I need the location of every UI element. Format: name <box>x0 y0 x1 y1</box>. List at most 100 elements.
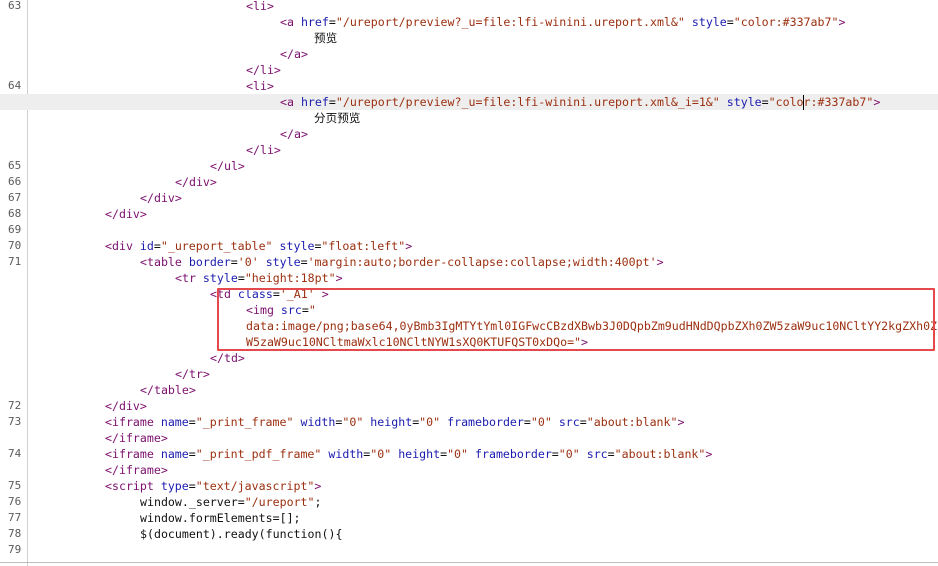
code-text: <table border='0' style='margin:auto;bor… <box>140 254 664 270</box>
code-line[interactable]: 66 </div> <box>0 174 938 190</box>
code-line[interactable]: 72 </div> <box>0 398 938 414</box>
code-token: > <box>656 255 664 269</box>
code-token: style <box>265 255 301 269</box>
code-text: <div id="_ureport_table" style="float:le… <box>105 238 412 254</box>
code-line[interactable]: </tr> <box>0 366 938 382</box>
code-token: <table <box>140 255 189 269</box>
code-token: > <box>677 415 685 429</box>
code-text: 分页预览 <box>314 110 360 126</box>
code-line[interactable]: 77 window.formElements=[]; <box>0 510 938 526</box>
code-line[interactable]: 63 <li> <box>0 0 938 14</box>
code-line[interactable]: 67 </div> <box>0 190 938 206</box>
code-token: type <box>160 479 189 493</box>
code-line[interactable]: 70 <div id="_ureport_table" style="float:… <box>0 238 938 254</box>
code-line[interactable]: 74 <iframe name="_print_pdf_frame" width=… <box>0 446 938 462</box>
code-token: src <box>558 415 580 429</box>
code-token: = <box>153 239 161 253</box>
code-token: = <box>523 415 531 429</box>
code-line[interactable]: 69 <box>0 222 938 238</box>
code-text: </a> <box>280 46 308 62</box>
code-token: > <box>335 271 343 285</box>
code-token: height <box>370 415 413 429</box>
code-text: </ul> <box>210 158 245 174</box>
code-token: = <box>579 415 587 429</box>
code-token: "0" <box>419 415 441 429</box>
line-number: 69 <box>8 223 22 236</box>
line-number: 67 <box>8 191 22 204</box>
code-line[interactable]: </a> <box>0 46 938 62</box>
code-token: "_ureport_table" <box>160 239 273 253</box>
code-editor[interactable]: 63 <li> <a href="/ureport/preview?_u=file:… <box>0 0 938 566</box>
code-token: </td> <box>210 351 245 365</box>
line-number: 73 <box>8 415 22 428</box>
code-line[interactable]: </a> <box>0 126 938 142</box>
code-line[interactable]: </li> <box>0 142 938 158</box>
code-token: </li> <box>246 63 281 77</box>
code-token: style <box>726 95 762 109</box>
code-line[interactable]: <tr style="height:18pt"> <box>0 270 938 286</box>
code-token: = <box>328 15 336 29</box>
code-token: name <box>160 447 189 461</box>
code-text: </a> <box>280 126 308 142</box>
code-token: width <box>328 447 364 461</box>
code-token: "about:blank" <box>614 447 706 461</box>
code-token: 分页预览 <box>314 111 361 125</box>
line-number: 75 <box>8 479 22 492</box>
code-token: style <box>202 271 238 285</box>
code-text: </li> <box>246 142 281 158</box>
code-line[interactable]: 75 <script type="text/javascript"> <box>0 478 938 494</box>
code-line[interactable]: </table> <box>0 382 938 398</box>
code-line[interactable]: 65 </ul> <box>0 158 938 174</box>
code-token: <tr <box>175 271 203 285</box>
code-line[interactable]: 64 <li> <box>0 78 938 94</box>
code-text: </div> <box>105 398 147 414</box>
code-token: </a> <box>280 127 308 141</box>
editor-bottom-border <box>0 562 938 563</box>
code-text: <a href="/ureport/preview?_u=file:lfi-wi… <box>280 94 880 110</box>
code-token: "0" <box>558 447 580 461</box>
code-line[interactable]: 68 </div> <box>0 206 938 222</box>
code-token: "0" <box>530 415 552 429</box>
code-line[interactable]: 预览 <box>0 30 938 46</box>
code-text: </div> <box>175 174 217 190</box>
code-line[interactable]: 73 <iframe name="_print_frame" width="0" … <box>0 414 938 430</box>
code-text: </iframe> <box>105 462 168 478</box>
code-line[interactable]: </li> <box>0 62 938 78</box>
code-text: window.formElements=[]; <box>140 510 301 526</box>
code-line[interactable]: <a href="/ureport/preview?_u=file:lfi-wi… <box>0 94 938 110</box>
code-token: </div> <box>175 175 217 189</box>
code-line[interactable]: </iframe> <box>0 430 938 446</box>
code-token: = <box>230 255 238 269</box>
code-token: width <box>300 415 336 429</box>
code-token: = <box>328 95 336 109</box>
code-token: "height:18pt" <box>244 271 336 285</box>
code-text: 预览 <box>314 30 337 46</box>
code-token: 预览 <box>314 31 338 45</box>
code-token: <iframe <box>105 447 161 461</box>
code-line[interactable]: </td> <box>0 350 938 366</box>
code-line[interactable]: 79 <box>0 542 938 558</box>
code-line[interactable]: 78 $(document).ready(function(){ <box>0 526 938 542</box>
code-token: style <box>691 15 727 29</box>
highlight-box <box>217 288 935 351</box>
line-number: 64 <box>8 79 22 92</box>
code-token: href <box>300 95 329 109</box>
code-token: <script <box>105 479 161 493</box>
line-number: 74 <box>8 447 22 460</box>
code-token: <div <box>105 239 140 253</box>
code-line[interactable]: <a href="/ureport/preview?_u=file:lfi-wi… <box>0 14 938 30</box>
code-line[interactable]: 71 <table border='0' style='margin:auto;b… <box>0 254 938 270</box>
code-token: name <box>160 415 189 429</box>
code-token: </iframe> <box>105 463 168 477</box>
code-line[interactable]: 分页预览 <box>0 110 938 126</box>
code-token: frameborder <box>475 447 552 461</box>
code-line[interactable]: 76 window._server="/ureport"; <box>0 494 938 510</box>
code-line[interactable]: </iframe> <box>0 462 938 478</box>
code-token: = <box>237 271 245 285</box>
code-text: </li> <box>246 62 281 78</box>
line-number: 79 <box>8 543 22 556</box>
code-token: "color:#337ab7" <box>768 95 874 109</box>
